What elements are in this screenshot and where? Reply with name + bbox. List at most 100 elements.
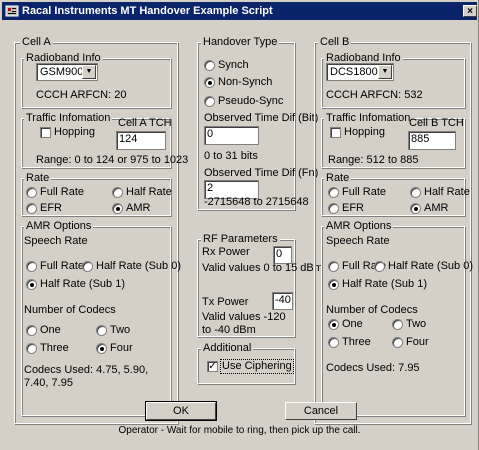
cell-a-rate-amr-radio[interactable] [112,203,123,214]
status-message: Operator - Wait for mobile to ring, then… [118,425,361,436]
cell-a-codecs-used: Codecs Used: 4.75, 5.90, 7.40, 7.95 [24,364,149,389]
cell-b-amr-label: AMR Options [324,220,394,232]
handover-pseudo-radio[interactable] [204,96,215,107]
handover-nonsynch-radio[interactable] [204,77,215,88]
cell-a-radioband-value: GSM900 [40,66,84,78]
cell-b-rate-half-radio[interactable] [410,187,421,198]
rx-power-label: Rx Power [202,246,250,258]
handover-synch-label: Synch [218,59,249,71]
ciphering-checkbox[interactable]: ✓ [207,361,218,372]
cell-a-label: Cell A [20,36,53,48]
cell-b-traffic-label: Traffic Infomation [324,112,413,124]
cell-b-codec-one-label: One [342,318,363,330]
cell-b-codec-three-label: Three [342,336,371,348]
cell-b-tch-input[interactable]: 885 [408,131,456,150]
cell-b-hopping-label: Hopping [344,126,385,138]
cell-a-rate-half-radio[interactable] [112,187,123,198]
cell-a-rate-label: Rate [24,172,52,184]
cell-a-traffic-label: Traffic Infomation [24,112,113,124]
cell-a-speech-half0-radio[interactable] [82,261,93,272]
cell-b-codecs-label: Number of Codecs [326,304,418,316]
cell-b-speech-half1-radio[interactable] [328,279,339,290]
cell-a-codec-three-label: Three [40,342,69,354]
cell-b-speech-half1-label: Half Rate (Sub 1) [342,278,427,290]
cell-b-speech-rate-label: Speech Rate [326,235,390,247]
cell-b-radioband-select[interactable]: DCS1800 ▼ [326,63,394,81]
handover-pseudo-label: Pseudo-Sync [218,95,284,107]
checkmark-icon: ✓ [208,361,217,372]
cell-b-codec-three-radio[interactable] [328,337,339,348]
cell-a-codec-one-radio[interactable] [26,325,37,336]
cell-b-rate-full-radio[interactable] [328,187,339,198]
cell-a-speech-full-radio[interactable] [26,261,37,272]
tx-power-label: Tx Power [202,296,249,308]
cell-b-codec-two-label: Two [406,318,427,330]
handover-synch-radio[interactable] [204,60,215,71]
otd-bit-label: Observed Time Dif (Bit) [204,112,319,124]
handover-label: Handover Type [201,36,280,48]
cell-a-codec-three-radio[interactable] [26,343,37,354]
window-title: Racal Instruments MT Handover Example Sc… [22,5,273,17]
cell-b-speech-half0-label: Half Rate (Sub 0) [388,260,473,272]
cell-b-speech-half0-radio[interactable] [374,261,385,272]
cell-b-speech-full-radio[interactable] [328,261,339,272]
handover-nonsynch-label: Non-Synch [218,76,273,88]
cell-a-speech-half1-radio[interactable] [26,279,37,290]
otd-bit-input[interactable]: 0 [204,126,259,145]
cell-a-speech-full-label: Full Rate [40,260,85,272]
cell-a-codec-four-radio[interactable] [96,343,107,354]
cell-b-rate-amr-label: AMR [424,202,449,214]
cell-a-hopping-checkbox[interactable] [40,127,51,138]
cell-b-hopping-checkbox[interactable] [330,127,341,138]
cell-b-rate-full-label: Full Rate [342,186,387,198]
cell-b-rate-label: Rate [324,172,352,184]
cell-b-rate-efr-radio[interactable] [328,203,339,214]
otd-fn-label: Observed Time Dif (Fn) [204,167,319,179]
title-bar[interactable]: Racal Instruments MT Handover Example Sc… [2,2,477,20]
cell-b-rate-amr-radio[interactable] [410,203,421,214]
dialog-window: Racal Instruments MT Handover Example Sc… [0,0,479,450]
cell-a-codecs-label: Number of Codecs [24,304,116,316]
cell-a-hopping-label: Hopping [54,126,95,138]
cell-a-rate-amr-label: AMR [126,202,151,214]
ciphering-label: Use Ciphering [220,359,294,374]
cell-a-codec-one-label: One [40,324,61,336]
tx-power-input[interactable]: -40 [272,292,293,310]
close-icon[interactable]: × [463,5,477,17]
cell-a-codec-two-radio[interactable] [96,325,107,336]
cell-b-range: Range: 512 to 885 [328,154,419,166]
cell-a-rate-efr-label: EFR [40,202,62,214]
ok-button[interactable]: OK [145,401,217,421]
app-icon [5,5,19,17]
chevron-down-icon[interactable]: ▼ [82,65,96,79]
cell-b-tch-label: Cell B TCH [409,117,464,129]
cell-a-codec-four-label: Four [110,342,133,354]
cell-a-amr-label: AMR Options [24,220,94,232]
additional-label: Additional [201,342,254,354]
cell-a-rate-full-label: Full Rate [40,186,85,198]
cell-a-speech-half1-label: Half Rate (Sub 1) [40,278,125,290]
cell-b-rate-efr-label: EFR [342,202,364,214]
cell-a-rate-full-radio[interactable] [26,187,37,198]
cell-a-tch-input[interactable]: 124 [116,131,166,150]
otd-bit-range: 0 to 31 bits [204,150,258,162]
cell-b-label: Cell B [318,36,352,48]
cell-b-radioband-value: DCS1800 [330,66,378,78]
cell-b-codecs-used: Codecs Used: 7.95 [326,362,420,374]
tx-power-range: Valid values -120 to -40 dBm [202,311,286,336]
cell-b-codec-one-radio[interactable] [328,319,339,330]
cell-b-codec-two-radio[interactable] [392,319,403,330]
cell-a-rate-efr-radio[interactable] [26,203,37,214]
cell-a-codec-two-label: Two [110,324,131,336]
chevron-down-icon[interactable]: ▼ [378,65,392,79]
cell-a-ccch-arfcn: CCCH ARFCN: 20 [36,89,127,101]
cell-a-tch-label: Cell A TCH [118,117,172,129]
cell-b-codec-four-label: Four [406,336,429,348]
cell-b-rate-half-label: Half Rate [424,186,470,198]
otd-fn-range: -2715648 to 2715648 [204,196,309,208]
rf-label: RF Parameters [201,233,280,245]
cell-a-rate-half-label: Half Rate [126,186,172,198]
cancel-button[interactable]: Cancel [285,402,357,420]
cell-a-radioband-select[interactable]: GSM900 ▼ [36,63,98,81]
cell-b-codec-four-radio[interactable] [392,337,403,348]
